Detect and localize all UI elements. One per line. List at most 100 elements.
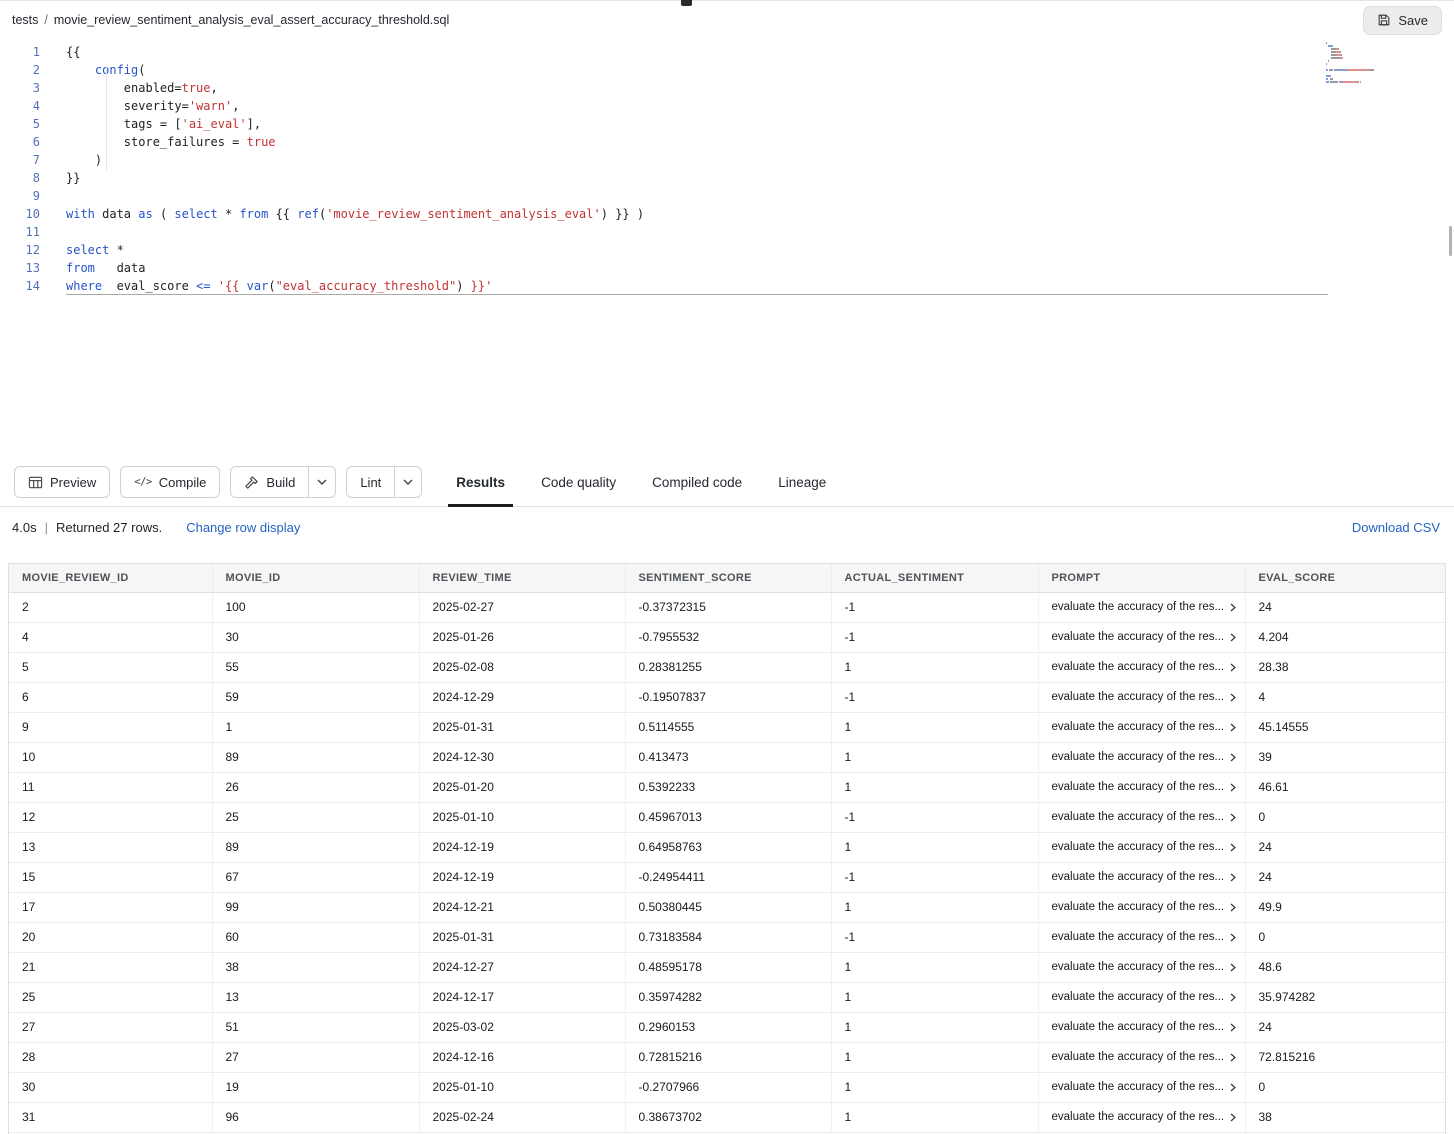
code-line: where eval_score <= '{{ var("eval_accura… [66,277,1328,295]
code-line: enabled=true, [66,79,1454,97]
table-cell: 0.72815216 [625,1042,831,1072]
build-dropdown-button[interactable] [308,466,336,498]
expand-chevron-icon[interactable] [1230,1053,1236,1062]
table-cell: -0.19507837 [625,682,831,712]
expand-chevron-icon[interactable] [1230,1023,1236,1032]
breadcrumb-folder[interactable]: tests [12,13,38,27]
table-cell: 30 [212,622,419,652]
prompt-cell[interactable]: evaluate the accuracy of the res... [1038,802,1245,832]
save-button[interactable]: Save [1363,6,1442,35]
prompt-preview-text: evaluate the accuracy of the res... [1052,991,1225,1003]
code-line [66,223,1454,241]
expand-chevron-icon[interactable] [1230,933,1236,942]
code-line: from data [66,259,1454,277]
preview-button-label: Preview [50,475,96,490]
code-brackets-icon: </> [134,476,151,488]
tab-results[interactable]: Results [456,458,505,506]
table-row: 11262025-01-200.53922331evaluate the acc… [9,772,1445,802]
code-lines[interactable]: {{ config( enabled=true, severity='warn'… [40,43,1454,458]
prompt-preview-text: evaluate the accuracy of the res... [1052,1021,1225,1033]
table-cell: 6 [9,682,212,712]
expand-chevron-icon[interactable] [1230,843,1236,852]
table-cell: 11 [9,772,212,802]
sql-editor[interactable]: 1234567891011121314 {{ config( enabled=t… [0,40,1454,458]
expand-chevron-icon[interactable] [1230,993,1236,1002]
prompt-cell[interactable]: evaluate the accuracy of the res... [1038,772,1245,802]
eval-score-cell: 0 [1245,922,1445,952]
prompt-preview-text: evaluate the accuracy of the res... [1052,1111,1225,1123]
prompt-cell[interactable]: evaluate the accuracy of the res... [1038,1102,1245,1132]
prompt-preview-text: evaluate the accuracy of the res... [1052,961,1225,973]
table-cell: 20 [9,922,212,952]
expand-chevron-icon[interactable] [1230,873,1236,882]
table-row: 21002025-02-27-0.37372315-1evaluate the … [9,592,1445,622]
download-csv-link[interactable]: Download CSV [1352,520,1442,535]
prompt-preview-text: evaluate the accuracy of the res... [1052,661,1225,673]
lint-dropdown-button[interactable] [394,466,422,498]
expand-chevron-icon[interactable] [1230,723,1236,732]
rows-returned-message: Returned 27 rows. [56,520,162,535]
prompt-cell[interactable]: evaluate the accuracy of the res... [1038,1072,1245,1102]
prompt-cell[interactable]: evaluate the accuracy of the res... [1038,592,1245,622]
build-button[interactable]: Build [230,466,308,498]
expand-chevron-icon[interactable] [1230,813,1236,822]
prompt-cell[interactable]: evaluate the accuracy of the res... [1038,952,1245,982]
prompt-cell[interactable]: evaluate the accuracy of the res... [1038,982,1245,1012]
table-header-row: MOVIE_REVIEW_IDMOVIE_IDREVIEW_TIMESENTIM… [9,564,1445,592]
change-row-display-link[interactable]: Change row display [186,520,300,535]
expand-chevron-icon[interactable] [1230,903,1236,912]
prompt-cell[interactable]: evaluate the accuracy of the res... [1038,622,1245,652]
prompt-preview-text: evaluate the accuracy of the res... [1052,1051,1225,1063]
eval-score-cell: 0 [1245,1072,1445,1102]
prompt-cell[interactable]: evaluate the accuracy of the res... [1038,742,1245,772]
tab-code-quality[interactable]: Code quality [541,458,616,506]
expand-chevron-icon[interactable] [1230,1083,1236,1092]
prompt-cell[interactable]: evaluate the accuracy of the res... [1038,682,1245,712]
expand-chevron-icon[interactable] [1230,693,1236,702]
table-cell: 2024-12-16 [419,1042,625,1072]
tab-lineage[interactable]: Lineage [778,458,826,506]
expand-chevron-icon[interactable] [1230,663,1236,672]
table-cell: 13 [212,982,419,1012]
breadcrumb-separator: / [44,13,47,27]
indent-guide [106,66,107,170]
table-cell: 1 [831,952,1038,982]
expand-chevron-icon[interactable] [1230,633,1236,642]
compile-button[interactable]: </> Compile [120,466,220,498]
lint-button[interactable]: Lint [346,466,394,498]
expand-chevron-icon[interactable] [1230,1113,1236,1122]
build-button-label: Build [266,475,295,490]
prompt-cell[interactable]: evaluate the accuracy of the res... [1038,862,1245,892]
preview-button[interactable]: Preview [14,466,110,498]
minimap[interactable] [1326,42,1400,84]
prompt-preview-text: evaluate the accuracy of the res... [1052,721,1225,733]
table-cell: 0.50380445 [625,892,831,922]
prompt-cell[interactable]: evaluate the accuracy of the res... [1038,832,1245,862]
minimap-line [1326,45,1400,47]
table-cell: 1 [831,982,1038,1012]
table-cell: 21 [9,952,212,982]
prompt-cell[interactable]: evaluate the accuracy of the res... [1038,1042,1245,1072]
tab-compiled-code[interactable]: Compiled code [652,458,742,506]
table-cell: 17 [9,892,212,922]
results-toolbar: Preview </> Compile Build Lint Results Co… [0,458,1454,507]
expand-chevron-icon[interactable] [1230,603,1236,612]
expand-chevron-icon[interactable] [1230,963,1236,972]
prompt-cell[interactable]: evaluate the accuracy of the res... [1038,922,1245,952]
chevron-down-icon [317,479,327,485]
line-number: 12 [0,241,40,259]
prompt-cell[interactable]: evaluate the accuracy of the res... [1038,1012,1245,1042]
save-button-label: Save [1398,13,1428,28]
prompt-preview-text: evaluate the accuracy of the res... [1052,811,1225,823]
editor-scrollbar-thumb[interactable] [1449,226,1452,256]
table-cell: 10 [9,742,212,772]
prompt-cell[interactable]: evaluate the accuracy of the res... [1038,892,1245,922]
prompt-cell[interactable]: evaluate the accuracy of the res... [1038,652,1245,682]
expand-chevron-icon[interactable] [1230,753,1236,762]
line-number: 14 [0,277,40,295]
eval-score-cell: 24 [1245,592,1445,622]
prompt-cell[interactable]: evaluate the accuracy of the res... [1038,712,1245,742]
table-cell: -1 [831,802,1038,832]
tab-edge-mark [681,0,692,6]
expand-chevron-icon[interactable] [1230,783,1236,792]
